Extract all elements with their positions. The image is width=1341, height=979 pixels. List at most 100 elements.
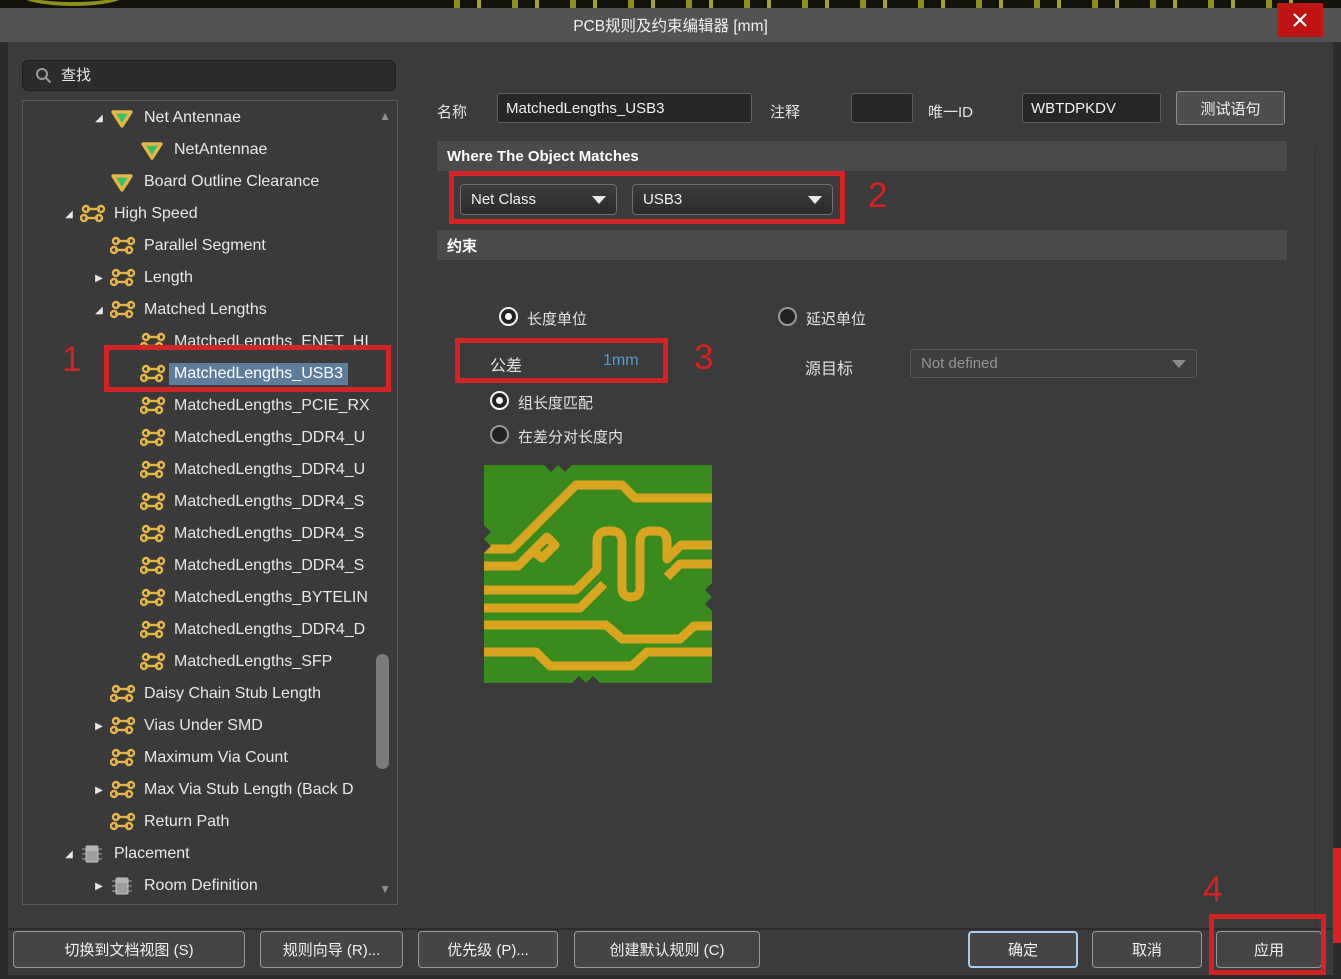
tree-expander-icon[interactable]: ▶ [88,273,110,284]
scope-class-dropdown[interactable]: USB3 [632,184,833,215]
tree-scroll-down-icon[interactable]: ▼ [379,882,391,896]
tree-item-label: MatchedLengths_PCIE_RX [169,395,375,417]
tree-row[interactable]: Return Path [23,806,379,838]
dumbbell-icon [140,523,168,545]
tree-expander-icon[interactable]: ◢ [58,849,80,860]
rules-tree: ◢ Net Antennae NetAntennae Board Outline… [22,100,398,905]
tree-item-label: High Speed [109,203,203,225]
constraints-header: 约束 [437,230,1287,260]
tree-expander-icon[interactable]: ▶ [88,785,110,796]
rule-wizard-button[interactable]: 规则向导 (R)... [260,931,403,968]
ok-button[interactable]: 确定 [968,931,1078,968]
group-match-radio[interactable] [490,391,509,410]
tree-expander-icon[interactable]: ◢ [58,209,80,220]
tree-row[interactable]: MatchedLengths_PCIE_RX [23,390,379,422]
tree-row[interactable]: Daisy Chain Stub Length [23,678,379,710]
tree-row[interactable]: ▶ Length [23,262,379,294]
tree-row[interactable]: MatchedLengths_DDR4_U [23,422,379,454]
tree-item-label: MatchedLengths_SFP [169,651,337,673]
within-diffpair-radio[interactable] [490,425,509,444]
source-target-value: Not defined [921,355,998,372]
antennae-icon [140,139,168,161]
chip-icon [80,843,108,865]
cancel-button[interactable]: 取消 [1092,931,1202,968]
chevron-down-icon [592,196,606,204]
tree-row[interactable]: ▶ Room Definition [23,870,379,902]
tree-row[interactable]: MatchedLengths_DDR4_U [23,454,379,486]
antennae-icon [110,171,138,193]
tree-row[interactable]: Board Outline Clearance [23,166,379,198]
switch-doc-view-button[interactable]: 切换到文档视图 (S) [13,931,245,968]
tree-expander-icon[interactable]: ◢ [88,113,110,124]
tree-row[interactable]: Parallel Segment [23,230,379,262]
length-unit-radio[interactable] [499,307,518,326]
tree-row[interactable]: MatchedLengths_USB3 [23,358,379,390]
footer-divider [8,928,1333,930]
close-icon [1292,12,1308,28]
tree-row[interactable]: NetAntennae [23,134,379,166]
search-input[interactable] [61,67,361,84]
test-query-button[interactable]: 测试语句 [1176,91,1285,125]
tree-row[interactable]: MatchedLengths_DDR4_S [23,486,379,518]
tree-row[interactable]: ◢ Matched Lengths [23,294,379,326]
dialog-titlebar: PCB规则及约束编辑器 [mm] [0,8,1341,42]
dumbbell-icon [80,203,108,225]
tree-item-label: Net Antennae [139,107,246,129]
tree-row[interactable]: Maximum Via Count [23,742,379,774]
close-button[interactable] [1277,3,1323,37]
tolerance-label: 公差 [490,352,522,376]
tree-expander-icon[interactable]: ▶ [88,881,110,892]
tree-item-label: Parallel Segment [139,235,271,257]
tree-item-label: Daisy Chain Stub Length [139,683,326,705]
tree-row[interactable]: MatchedLengths_ENET_HI [23,326,379,358]
search-icon [35,67,52,84]
dumbbell-icon [110,267,138,289]
tree-item-label: Max Via Stub Length (Back D [139,779,359,801]
tree-item-label: Vias Under SMD [139,715,268,737]
tree-item-label: NetAntennae [169,139,272,161]
source-target-dropdown: Not defined [910,349,1197,378]
tree-scrollbar-thumb[interactable] [376,654,389,769]
annotation-edge-fragment [1333,848,1341,943]
dumbbell-icon [110,299,138,321]
comment-input[interactable] [851,93,913,123]
tolerance-value[interactable]: 1mm [603,352,639,370]
tree-row[interactable]: MatchedLengths_SFP [23,646,379,678]
priorities-button[interactable]: 优先级 (P)... [418,931,558,968]
name-label: 名称 [437,101,467,122]
tree-expander-icon[interactable]: ▶ [88,721,110,732]
dialog-title: PCB规则及约束编辑器 [mm] [573,14,768,36]
tree-item-label: Length [139,267,198,289]
tree-item-label: MatchedLengths_BYTELIN [169,587,373,609]
tree-row[interactable]: MatchedLengths_BYTELIN [23,582,379,614]
apply-button[interactable]: 应用 [1216,931,1322,968]
unique-id-input[interactable] [1022,93,1161,123]
tree-item-label: MatchedLengths_DDR4_D [169,619,370,641]
tree-row[interactable]: MatchedLengths_DDR4_D [23,614,379,646]
tree-item-label: Matched Lengths [139,299,272,321]
dumbbell-icon [140,619,168,641]
name-input[interactable] [497,93,752,123]
tree-row[interactable]: MatchedLengths_DDR4_S [23,518,379,550]
tree-row[interactable]: ◢ Net Antennae [23,102,379,134]
tree-item-label: Room Definition [139,875,263,897]
scope-type-dropdown[interactable]: Net Class [460,184,617,215]
dumbbell-icon [110,683,138,705]
group-match-label: 组长度匹配 [518,392,593,413]
right-panel-scroll-track [1315,145,1316,923]
tree-row[interactable]: ◢ High Speed [23,198,379,230]
dumbbell-icon [140,491,168,513]
tree-scroll-up-icon[interactable]: ▲ [379,109,391,123]
dumbbell-icon [140,395,168,417]
tree-row[interactable]: ▶ Vias Under SMD [23,710,379,742]
delay-unit-radio[interactable] [778,307,797,326]
dumbbell-icon [110,235,138,257]
tree-row[interactable]: ◢ Placement [23,838,379,870]
tree-item-label: Board Outline Clearance [139,171,324,193]
tree-expander-icon[interactable]: ◢ [88,305,110,316]
chip-icon [110,875,138,897]
tree-row[interactable]: ▶ Max Via Stub Length (Back D [23,774,379,806]
create-default-rules-button[interactable]: 创建默认规则 (C) [574,931,760,968]
background-silkscreen-text [440,0,1320,8]
tree-row[interactable]: MatchedLengths_DDR4_S [23,550,379,582]
